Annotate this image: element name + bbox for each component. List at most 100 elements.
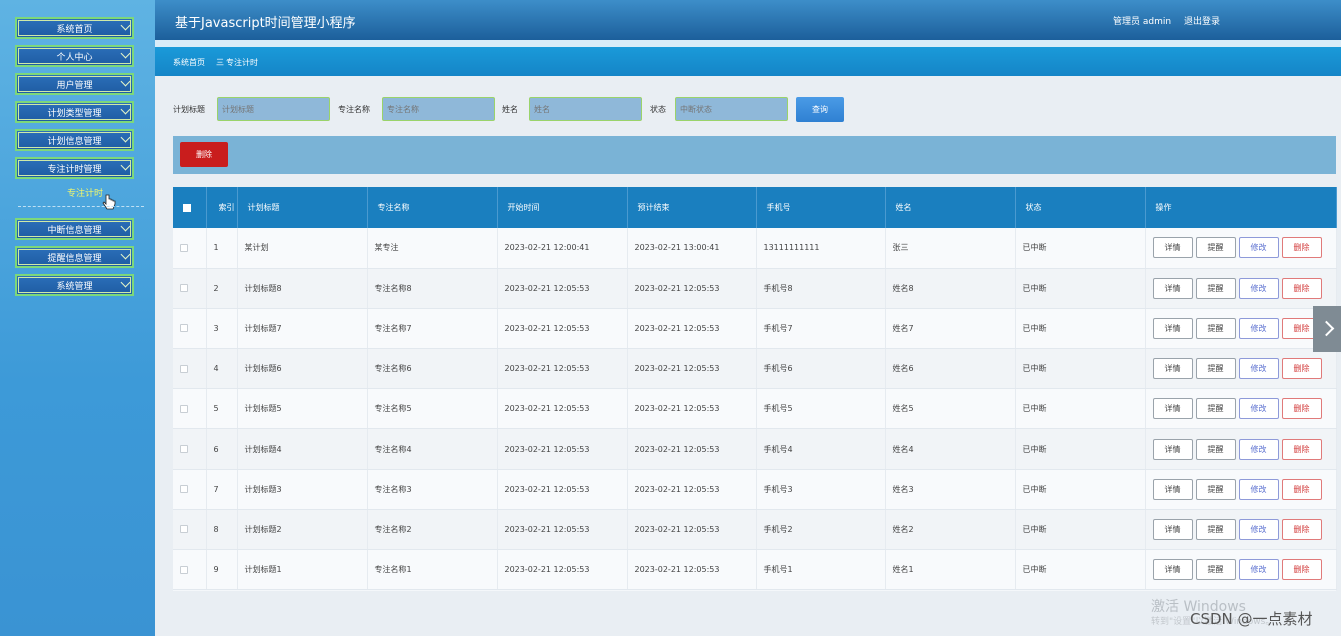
- actions-cell: 详情 提醒 修改 删除: [1145, 388, 1337, 430]
- name-cell: 张三: [885, 228, 1016, 269]
- delete-button[interactable]: 删除: [1281, 237, 1322, 259]
- end-time-cell: 2023-02-21 12:05:53: [627, 509, 757, 551]
- edit-button[interactable]: 修改: [1238, 398, 1279, 420]
- end-time-cell: 2023-02-21 12:05:53: [627, 308, 757, 350]
- remind-button[interactable]: 提醒: [1195, 518, 1236, 540]
- logout-link[interactable]: 退出登录: [1184, 14, 1220, 27]
- edit-button[interactable]: 修改: [1238, 518, 1279, 540]
- row-checkbox[interactable]: [173, 268, 207, 309]
- sidebar-item-plan-types[interactable]: 计划类型管理: [15, 101, 134, 123]
- sidebar-item-home[interactable]: 系统首页: [15, 17, 134, 39]
- sidebar-item-reminders[interactable]: 提醒信息管理: [15, 246, 134, 268]
- row-index: 3: [206, 308, 238, 350]
- focus-timer-table: 索引 计划标题 专注名称 开始时间 预计结束 手机号 姓名 状态 操作 1 某计划…: [173, 187, 1337, 591]
- column-header: 开始时间: [497, 187, 628, 228]
- row-checkbox[interactable]: [173, 469, 207, 510]
- plan-title-input[interactable]: [217, 97, 330, 121]
- row-checkbox[interactable]: [173, 308, 207, 350]
- focus-name-input[interactable]: [382, 97, 495, 121]
- toolbar: 删除: [173, 136, 1336, 174]
- select-all-checkbox[interactable]: [173, 187, 207, 228]
- name-label: 姓名: [502, 105, 518, 114]
- name-cell: 姓名3: [885, 469, 1016, 510]
- detail-button[interactable]: 详情: [1152, 398, 1193, 420]
- edit-button[interactable]: 修改: [1238, 237, 1279, 259]
- sidebar-item-interrupts[interactable]: 中断信息管理: [15, 218, 134, 240]
- delete-button[interactable]: 删除: [1281, 277, 1322, 299]
- phone-cell: 手机号1: [756, 549, 886, 591]
- row-checkbox[interactable]: [173, 549, 207, 591]
- column-header: 索引: [206, 187, 238, 228]
- row-checkbox[interactable]: [173, 509, 207, 551]
- sidebar-item-plan-info[interactable]: 计划信息管理: [15, 129, 134, 151]
- edit-button[interactable]: 修改: [1238, 559, 1279, 581]
- chevron-right-icon[interactable]: [1313, 306, 1341, 352]
- edit-button[interactable]: 修改: [1238, 438, 1279, 460]
- detail-button[interactable]: 详情: [1152, 438, 1193, 460]
- row-checkbox[interactable]: [173, 348, 207, 390]
- row-checkbox[interactable]: [173, 388, 207, 430]
- phone-cell: 手机号6: [756, 348, 886, 390]
- focus-name-cell: 专注名称1: [367, 549, 498, 591]
- row-checkbox[interactable]: [173, 428, 207, 470]
- detail-button[interactable]: 详情: [1152, 358, 1193, 380]
- start-time-cell: 2023-02-21 12:05:53: [497, 428, 628, 470]
- remind-button[interactable]: 提醒: [1195, 559, 1236, 581]
- delete-button[interactable]: 删除: [1281, 358, 1322, 380]
- sidebar-subitem-focus-timer[interactable]: 专注计时: [40, 186, 130, 199]
- sidebar-item-profile[interactable]: 个人中心: [15, 45, 134, 67]
- edit-button[interactable]: 修改: [1238, 317, 1279, 339]
- chevron-down-icon: [120, 20, 131, 31]
- edit-button[interactable]: 修改: [1238, 478, 1279, 500]
- name-cell: 姓名4: [885, 428, 1016, 470]
- chevron-down-icon: [120, 249, 131, 260]
- table-row: 1 某计划 某专注 2023-02-21 12:00:41 2023-02-21 13:…: [173, 228, 1337, 269]
- status-cell: 已中断: [1015, 549, 1146, 591]
- detail-button[interactable]: 详情: [1152, 317, 1193, 339]
- remind-button[interactable]: 提醒: [1195, 358, 1236, 380]
- remind-button[interactable]: 提醒: [1195, 317, 1236, 339]
- sidebar-item-users[interactable]: 用户管理: [15, 73, 134, 95]
- actions-cell: 详情 提醒 修改 删除: [1145, 549, 1337, 591]
- sidebar-item-system[interactable]: 系统管理: [15, 274, 134, 296]
- breadcrumb-home[interactable]: 系统首页: [173, 57, 205, 68]
- column-header: 预计结束: [627, 187, 757, 228]
- remind-button[interactable]: 提醒: [1195, 237, 1236, 259]
- detail-button[interactable]: 详情: [1152, 237, 1193, 259]
- focus-name-cell: 某专注: [367, 228, 498, 269]
- detail-button[interactable]: 详情: [1152, 277, 1193, 299]
- actions-cell: 详情 提醒 修改 删除: [1145, 308, 1337, 350]
- delete-button[interactable]: 删除: [1281, 559, 1322, 581]
- remind-button[interactable]: 提醒: [1195, 478, 1236, 500]
- status-input[interactable]: [675, 97, 788, 121]
- sidebar-item-label: 计划信息管理: [47, 136, 102, 147]
- query-button[interactable]: 查询: [796, 97, 844, 122]
- edit-button[interactable]: 修改: [1238, 277, 1279, 299]
- status-cell: 已中断: [1015, 388, 1146, 430]
- row-index: 9: [206, 549, 238, 591]
- edit-button[interactable]: 修改: [1238, 358, 1279, 380]
- detail-button[interactable]: 详情: [1152, 518, 1193, 540]
- delete-button[interactable]: 删除: [1281, 478, 1322, 500]
- delete-button[interactable]: 删除: [1281, 438, 1322, 460]
- actions-cell: 详情 提醒 修改 删除: [1145, 348, 1337, 390]
- delete-button[interactable]: 删除: [1281, 518, 1322, 540]
- remind-button[interactable]: 提醒: [1195, 438, 1236, 460]
- row-index: 4: [206, 348, 238, 390]
- remind-button[interactable]: 提醒: [1195, 277, 1236, 299]
- name-input[interactable]: [529, 97, 642, 121]
- actions-cell: 详情 提醒 修改 删除: [1145, 509, 1337, 551]
- table-row: 2 计划标题8 专注名称8 2023-02-21 12:05:53 2023-02-21…: [173, 268, 1337, 309]
- sidebar-item-focus-timer[interactable]: 专注计时管理: [15, 157, 134, 179]
- start-time-cell: 2023-02-21 12:05:53: [497, 348, 628, 390]
- detail-button[interactable]: 详情: [1152, 559, 1193, 581]
- detail-button[interactable]: 详情: [1152, 478, 1193, 500]
- plan-title-cell: 计划标题2: [237, 509, 368, 551]
- hand-cursor-icon: [102, 194, 116, 210]
- remind-button[interactable]: 提醒: [1195, 398, 1236, 420]
- row-checkbox[interactable]: [173, 228, 207, 269]
- batch-delete-button[interactable]: 删除: [180, 142, 228, 167]
- end-time-cell: 2023-02-21 12:05:53: [627, 268, 757, 309]
- column-header: 手机号: [756, 187, 886, 228]
- delete-button[interactable]: 删除: [1281, 398, 1322, 420]
